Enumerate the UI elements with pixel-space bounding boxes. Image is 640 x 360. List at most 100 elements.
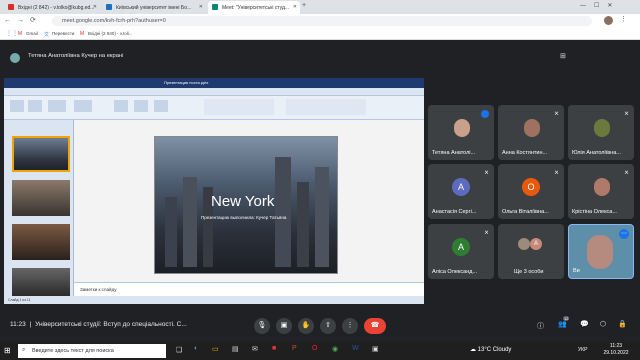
close-icon[interactable]: ✕ [93, 4, 97, 10]
mic-off-icon: ⨯ [553, 111, 559, 117]
ribbon-button[interactable] [10, 100, 24, 112]
ppt-titlebar: Презентация носта.pptx [4, 78, 424, 88]
clock[interactable]: 11:23 29.10.2022 [596, 343, 636, 357]
slides-panel [4, 120, 74, 302]
tab-university[interactable]: Київський університет імені Бо... ✕ [102, 1, 206, 14]
more-participants-label: Ще 3 особи [514, 269, 544, 275]
ppt-ribbon [4, 96, 424, 120]
ribbon-button[interactable] [154, 100, 168, 112]
slide-thumbnail-3[interactable] [12, 224, 70, 260]
shared-screen: Презентация носта.pptx New York Презента… [4, 78, 424, 304]
explorer-icon[interactable]: ▭ [212, 345, 219, 353]
powerpoint-icon[interactable]: P [292, 345, 297, 352]
mail-icon[interactable]: ✉ [252, 345, 258, 353]
url-field[interactable]: meet.google.com/kvh-fcrh-prh?authuser=0 [52, 16, 592, 26]
activities-icon[interactable]: ⬡ [600, 320, 606, 328]
app-icon-red[interactable]: ■ [272, 345, 276, 352]
more-icon[interactable]: ⋯ [619, 229, 629, 239]
weather-text: 13°C Cloudy [477, 347, 512, 353]
participant-avatar [518, 238, 530, 250]
participant-name: Анастасія Сергі... [432, 209, 477, 215]
windows-start-icon[interactable]: ⊞ [4, 346, 11, 355]
profile-avatar[interactable] [604, 16, 613, 25]
slide-main[interactable]: New York Презентацию выполнила: Кучер Та… [154, 136, 338, 274]
close-icon[interactable]: ✕ [293, 4, 297, 10]
ribbon-checkbox-group[interactable] [286, 99, 366, 115]
slide-subtitle: Презентацию выполнила: Кучер Татьяна [201, 215, 287, 220]
ribbon-button[interactable] [74, 100, 92, 112]
chrome-icon[interactable]: ◉ [332, 345, 338, 353]
new-tab-button[interactable]: + [302, 2, 306, 9]
participant-initial: А [452, 178, 470, 196]
site-icon [106, 4, 112, 10]
people-icon[interactable]: 👥 [558, 320, 567, 328]
mic-button[interactable]: 🎙 [254, 318, 270, 334]
menu-icon[interactable]: ⋮ [620, 15, 627, 23]
bookmark-inbox[interactable]: Вхідні (2 840) - v.toli... [88, 31, 133, 36]
tab-gmail[interactable]: Вхідні (2 842) - v.tolko@kubg.ed... ✕ [4, 1, 100, 14]
participant-photo [594, 178, 610, 196]
participant-avatar: A [530, 238, 542, 250]
more-participants-tile[interactable]: A Ще 3 особи [498, 224, 564, 279]
info-icon[interactable]: ⓘ [537, 321, 544, 331]
gmail-icon: M [80, 31, 85, 37]
participant-tile[interactable]: ⨯ Крістіна Олекса... [568, 164, 634, 219]
separator: | [29, 321, 32, 328]
participant-tile[interactable]: ⨯ Юлія Анатоліївна... [568, 105, 634, 160]
ribbon-button[interactable] [134, 100, 148, 112]
meet-icon [212, 4, 218, 10]
ribbon-checkbox-group[interactable] [204, 99, 274, 115]
raise-hand-button[interactable]: ✋ [298, 318, 314, 334]
weather-widget[interactable]: ☁ 13°C Cloudy [470, 346, 511, 353]
bookmark-translate[interactable]: Перевести [52, 31, 74, 36]
clock-time: 11:23 [609, 343, 623, 349]
ribbon-button[interactable] [28, 100, 42, 112]
meeting-time: 11:23 [10, 321, 26, 328]
opera-icon[interactable]: O [312, 345, 317, 352]
lock-icon[interactable]: 🔒 [618, 320, 627, 328]
task-view-icon[interactable]: ❑ [176, 346, 182, 354]
camera-button[interactable]: ▣ [276, 318, 292, 334]
ribbon-button[interactable] [114, 100, 128, 112]
ppt-statusbar: Слайд 1 из 11 [4, 296, 424, 304]
self-tile[interactable]: ⋯ Ви [568, 224, 634, 279]
tab-label: Meet: "Університетські студ... [222, 5, 290, 11]
gmail-icon [8, 4, 14, 10]
store-icon[interactable]: ▤ [232, 345, 239, 353]
window-controls[interactable]: —☐✕ [580, 2, 620, 9]
mic-off-icon: ⨯ [483, 170, 489, 176]
word-icon[interactable]: W [352, 345, 359, 352]
language-indicator[interactable]: УКР [578, 347, 587, 353]
participant-tile[interactable]: А ⨯ Анастасія Сергі... [428, 164, 494, 219]
present-button[interactable]: ⇧ [320, 318, 336, 334]
participant-photo [454, 119, 470, 137]
participant-tile[interactable]: О ⨯ Ольга Віталіївна... [498, 164, 564, 219]
participant-name: Юлія Анатоліївна... [572, 150, 621, 156]
participant-tile[interactable]: А ⨯ Аліса Олександ... [428, 224, 494, 279]
participant-tile[interactable]: ⨯ Анна Костянтин... [498, 105, 564, 160]
mic-off-icon: ⨯ [553, 170, 559, 176]
participant-tile[interactable]: Тетяна Анатолі... [428, 105, 494, 160]
apps-icon[interactable]: ⋮⋮ [6, 30, 18, 37]
building-shape [315, 167, 329, 267]
presenter-label: Тетяна Анатоліївна Кучер на екрані [28, 53, 124, 59]
notes-placeholder: Заметки к слайду [80, 287, 117, 292]
taskbar-search[interactable]: ⌕ Введите здесь текст для поиска [18, 344, 166, 358]
nav-buttons[interactable]: ←→⟳ [4, 16, 42, 24]
participant-name: Крістіна Олекса... [572, 209, 617, 215]
tab-meet[interactable]: Meet: "Університетські студ... ✕ [208, 1, 300, 14]
pin-icon[interactable]: ⊞ [560, 52, 566, 60]
slide-thumbnail-2[interactable] [12, 180, 70, 216]
more-options-button[interactable]: ⋮ [342, 318, 358, 334]
edge-icon[interactable]: ◐ [194, 345, 198, 352]
self-video [587, 235, 613, 269]
app-icon[interactable]: ▣ [372, 345, 379, 353]
chat-icon[interactable]: 💬 [580, 320, 589, 328]
notes-pane[interactable]: Заметки к слайду [74, 282, 424, 296]
close-icon[interactable]: ✕ [199, 4, 203, 10]
bookmark-gmail[interactable]: Gmail [26, 31, 38, 36]
slide-thumbnail-1[interactable] [12, 136, 70, 172]
ribbon-button[interactable] [48, 100, 66, 112]
end-call-button[interactable]: ☎ [364, 318, 386, 334]
participant-initial: О [522, 178, 540, 196]
